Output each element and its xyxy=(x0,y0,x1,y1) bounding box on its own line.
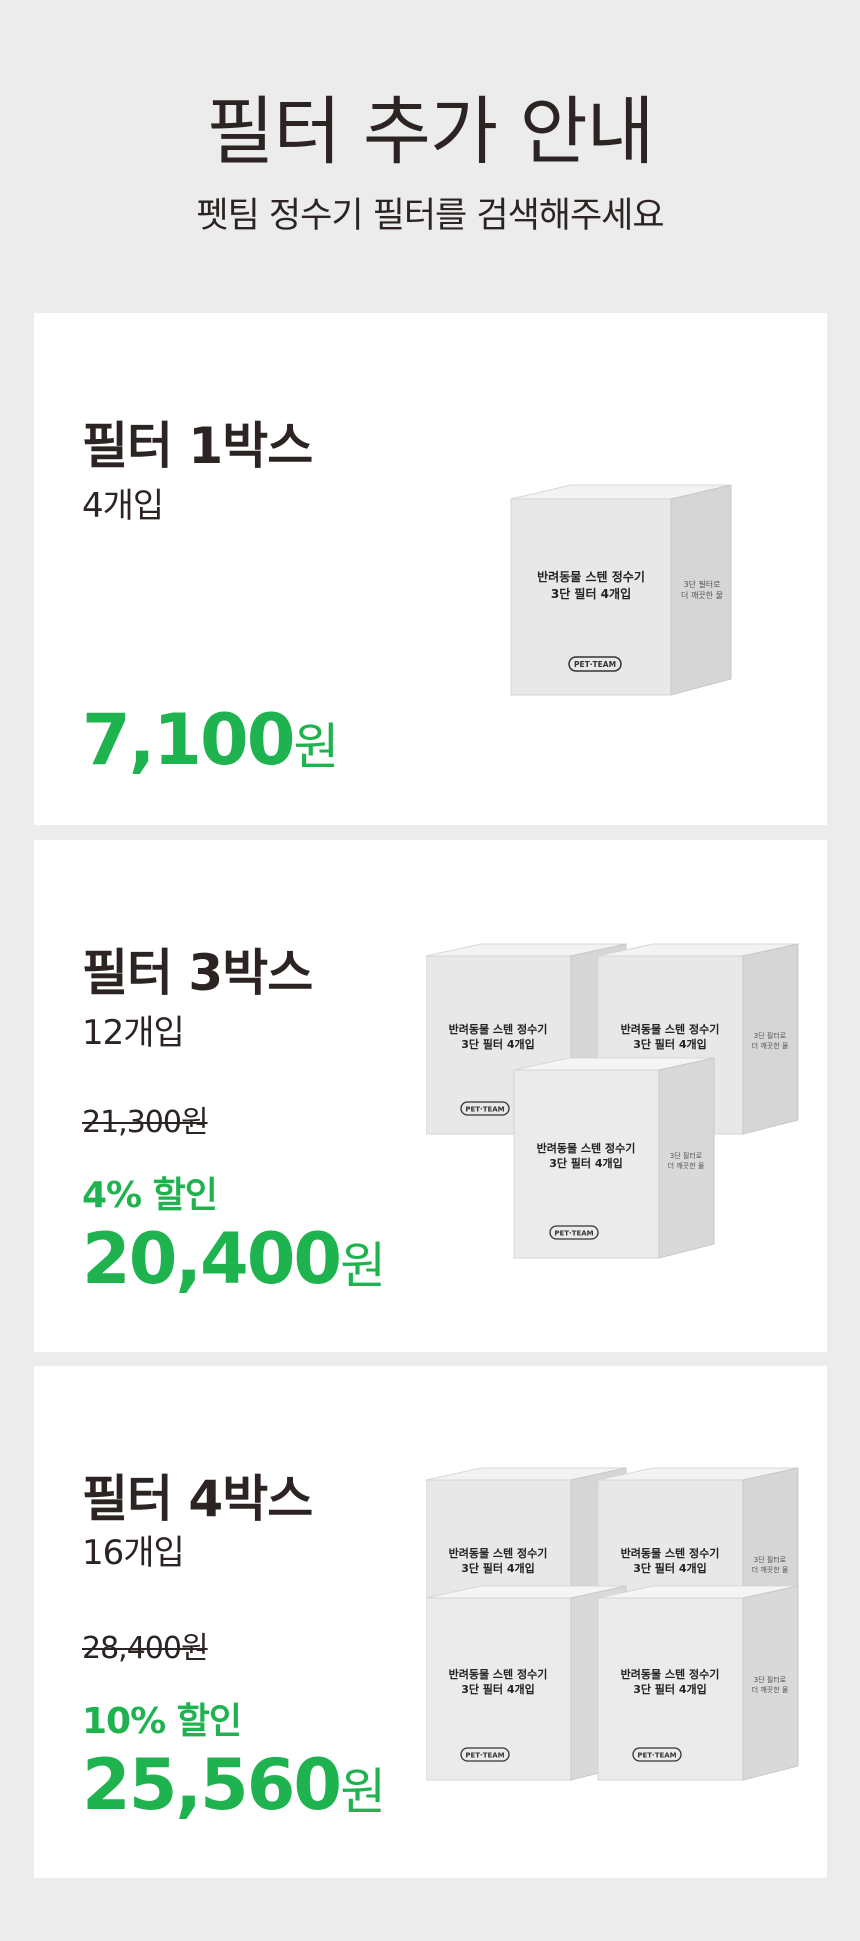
product-name: 필터 4박스 xyxy=(82,1470,313,1528)
box-side-line1: 3단 필터로 xyxy=(670,1151,703,1160)
price-number: 7,100 xyxy=(82,699,295,781)
box-label-line1: 반려동물 스텐 정수기 xyxy=(621,1546,720,1560)
product-price: 20,400원 xyxy=(82,1224,386,1294)
product-card-4-box[interactable]: 필터 4박스 16개입 28,400원 10% 할인 25,560원 반려동물 … xyxy=(34,1366,827,1878)
original-price: 28,400원 xyxy=(82,1631,209,1666)
price-unit: 원 xyxy=(340,1237,387,1295)
page-header: 필터 추가 안내 펫팀 정수기 필터를 검색해주세요 xyxy=(0,95,860,234)
product-card-1-box[interactable]: 필터 1박스 4개입 7,100원 반려동물 스텐 정수기 3단 필터 4개입 … xyxy=(34,313,827,825)
box-brand: PET·TEAM xyxy=(574,660,616,669)
box-side-line2: 더 깨끗한 물 xyxy=(752,1041,789,1050)
box-side-line2: 더 깨끗한 물 xyxy=(668,1161,705,1170)
box-brand: PET·TEAM xyxy=(637,1752,676,1760)
product-price: 7,100원 xyxy=(82,705,339,775)
filter-box-icon: 반려동물 스텐 정수기 3단 필터 4개입 3단 필터로 더 깨끗한 물 PET… xyxy=(510,484,732,696)
box-label-line1: 반려동물 스텐 정수기 xyxy=(449,1022,548,1036)
product-name: 필터 3박스 xyxy=(82,944,313,1002)
box-label-line2: 3단 필터 4개입 xyxy=(633,1561,707,1575)
box-label-line1: 반려동물 스텐 정수기 xyxy=(449,1546,548,1560)
box-label-line1: 반려동물 스텐 정수기 xyxy=(621,1667,720,1681)
price-unit: 원 xyxy=(293,718,340,776)
product-count: 12개입 xyxy=(82,1013,185,1053)
box-side-line1: 3단 필터로 xyxy=(754,1555,787,1564)
original-price: 21,300원 xyxy=(82,1105,209,1140)
box-side-line1: 3단 필터로 xyxy=(754,1675,787,1684)
product-card-3-box[interactable]: 필터 3박스 12개입 21,300원 4% 할인 20,400원 반려동물 스… xyxy=(34,840,827,1352)
box-side-line2: 더 깨끗한 물 xyxy=(681,590,723,600)
box-brand: PET·TEAM xyxy=(465,1106,504,1114)
box-side-line1: 3단 필터로 xyxy=(683,579,720,589)
price-number: 20,400 xyxy=(82,1218,342,1300)
page-subtitle: 펫팀 정수기 필터를 검색해주세요 xyxy=(196,196,664,236)
product-count: 4개입 xyxy=(82,486,164,526)
filter-box-image: 반려동물 스텐 정수기 3단 필터 4개입 3단 필터로 더 깨끗한 물 PET… xyxy=(506,481,741,701)
box-label-line2: 3단 필터 4개입 xyxy=(461,1682,535,1696)
box-label-line2: 3단 필터 4개입 xyxy=(633,1682,707,1696)
filter-box-stack-image: 반려동물 스텐 정수기 3단 필터 4개입 반려동물 스텐 정수기 3단 필터 … xyxy=(426,1464,816,1794)
price-number: 25,560 xyxy=(82,1744,342,1826)
product-count: 16개입 xyxy=(82,1533,185,1573)
box-label-line2: 3단 필터 4개입 xyxy=(461,1037,535,1051)
box-side-line2: 더 깨끗한 물 xyxy=(752,1565,789,1574)
box-label-line2: 3단 필터 4개입 xyxy=(549,1156,623,1170)
discount-badge: 4% 할인 xyxy=(82,1175,218,1216)
box-label-line2: 3단 필터 4개입 xyxy=(551,586,631,601)
box-label-line2: 3단 필터 4개입 xyxy=(461,1561,535,1575)
box-label-line1: 반려동물 스텐 정수기 xyxy=(449,1667,548,1681)
filter-box-stack-icon: 반려동물 스텐 정수기 3단 필터 4개입 반려동물 스텐 정수기 3단 필터 … xyxy=(426,1467,799,1781)
box-side-line1: 3단 필터로 xyxy=(754,1031,787,1040)
box-brand: PET·TEAM xyxy=(465,1752,504,1760)
filter-box-stack-image: 반려동물 스텐 정수기 3단 필터 4개입 PET·TEAM 반려동물 스텐 정… xyxy=(426,940,816,1280)
price-unit: 원 xyxy=(340,1763,387,1821)
box-label-line1: 반려동물 스텐 정수기 xyxy=(537,1141,636,1155)
box-brand: PET·TEAM xyxy=(554,1230,593,1238)
product-name: 필터 1박스 xyxy=(82,417,313,475)
box-side-line2: 더 깨끗한 물 xyxy=(752,1685,789,1694)
box-label-line2: 3단 필터 4개입 xyxy=(633,1037,707,1051)
product-price: 25,560원 xyxy=(82,1750,386,1820)
box-label-line1: 반려동물 스텐 정수기 xyxy=(537,569,645,584)
page-title: 필터 추가 안내 xyxy=(206,89,655,175)
discount-badge: 10% 할인 xyxy=(82,1701,242,1742)
box-label-line1: 반려동물 스텐 정수기 xyxy=(621,1022,720,1036)
filter-box-stack-icon: 반려동물 스텐 정수기 3단 필터 4개입 PET·TEAM 반려동물 스텐 정… xyxy=(426,943,799,1259)
